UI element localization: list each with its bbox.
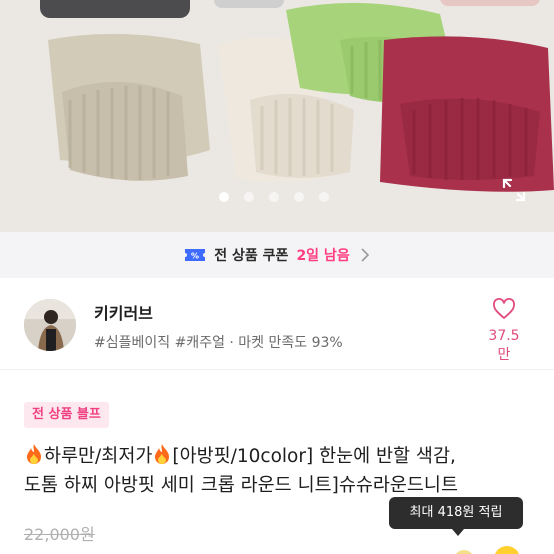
product-info: 전 상품 블프 하루만/최저가 [아방핏/10color] 한눈에 반할 색감,…: [0, 370, 554, 554]
fire-icon: [27, 444, 41, 464]
product-title-line-2: 도톰 하찌 아방핏 세미 크롭 라운드 니트]슈슈라운드니트: [24, 475, 458, 496]
carousel-dot[interactable]: [269, 192, 279, 202]
coupon-remaining: 2일 남음: [296, 248, 350, 264]
shop-name[interactable]: 키키러브: [94, 300, 153, 324]
coupon-ticket-icon: %: [185, 249, 206, 261]
product-title-part-1: 하루만/최저가: [44, 446, 153, 467]
original-price: 22,000원: [24, 525, 95, 544]
shop-tags: #심플베이직 #캐주얼 · 마켓 만족도 93%: [94, 335, 343, 351]
chevron-right-icon: [361, 248, 369, 262]
like-button[interactable]: 37.5만: [484, 298, 524, 364]
carousel-indicators[interactable]: [219, 192, 329, 202]
product-title: 하루만/최저가 [아방핏/10color] 한눈에 반할 색감, 도톰 하찌 아…: [24, 442, 554, 500]
points-tooltip: 최대 418원 적립: [389, 497, 523, 529]
carousel-dot[interactable]: [244, 192, 254, 202]
carousel-dot[interactable]: [294, 192, 304, 202]
point-coin-icon: [454, 550, 474, 554]
product-title-part-2: [아방핏/10color] 한눈에 반할 색감,: [172, 446, 456, 467]
product-title-line-1: 하루만/최저가 [아방핏/10color] 한눈에 반할 색감,: [24, 442, 554, 471]
carousel-dot[interactable]: [319, 192, 329, 202]
product-image-carousel[interactable]: [0, 0, 554, 232]
promo-badge: 전 상품 블프: [24, 402, 109, 428]
carousel-dot-active[interactable]: [219, 192, 229, 202]
like-count: 37.5만: [488, 328, 520, 363]
fire-icon: [155, 444, 170, 464]
heart-icon[interactable]: [492, 298, 516, 320]
svg-text:%: %: [191, 252, 199, 261]
coupon-banner[interactable]: % 전 상품 쿠폰 2일 남음: [0, 232, 554, 278]
shop-info-row[interactable]: 키키러브 #심플베이직 #캐주얼 · 마켓 만족도 93% 37.5만: [0, 278, 554, 370]
coupon-label: 전 상품 쿠폰: [214, 248, 289, 264]
shop-avatar[interactable]: [24, 299, 76, 351]
fullscreen-expand-icon[interactable]: [502, 178, 526, 202]
point-coin-icon: [494, 546, 520, 554]
tooltip-tail: [452, 529, 464, 536]
